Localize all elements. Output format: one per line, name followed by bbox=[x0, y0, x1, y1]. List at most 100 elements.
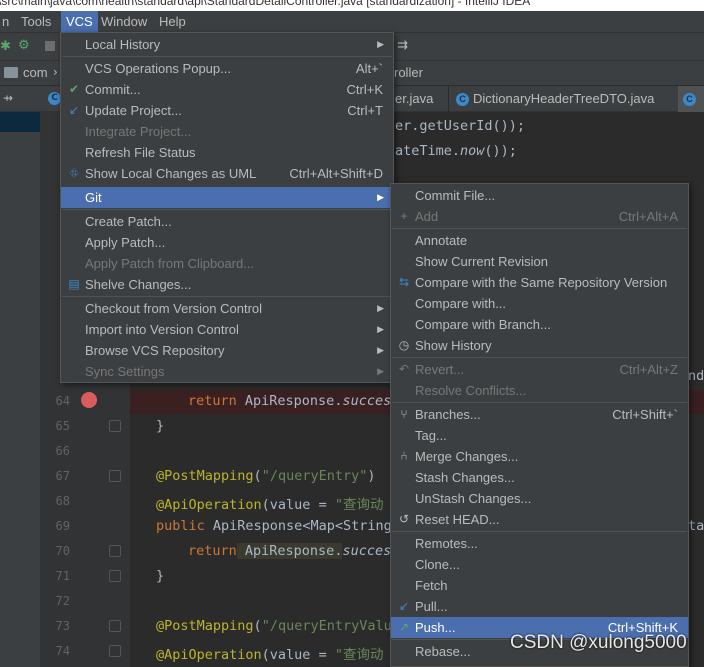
line-number: 70 bbox=[55, 544, 70, 558]
fold-marker-icon[interactable] bbox=[109, 570, 121, 582]
menu-item-sync-settings[interactable]: Sync Settings ▶ bbox=[61, 361, 393, 382]
fold-marker-icon[interactable] bbox=[109, 470, 121, 482]
menu-item-show-current-revision[interactable]: Show Current Revision bbox=[391, 251, 688, 272]
code-line: return ApiResponse.succes bbox=[188, 543, 392, 559]
chevron-right-icon: ▶ bbox=[377, 192, 384, 202]
debug-icon[interactable]: ⚙ bbox=[18, 38, 30, 53]
branch-icon: ⑂ bbox=[400, 407, 408, 421]
menu-item-unstash-changes[interactable]: UnStash Changes... bbox=[391, 488, 688, 509]
menu-window[interactable]: Window bbox=[96, 11, 152, 32]
uml-icon: ⛗ bbox=[69, 166, 79, 180]
menu-item-commit-file[interactable]: Commit File... bbox=[391, 185, 688, 206]
menu-item-apply-patch[interactable]: Apply Patch... bbox=[61, 232, 393, 253]
menu-item-local-history[interactable]: Local History ▶ bbox=[61, 34, 393, 55]
class-icon: C bbox=[683, 93, 696, 107]
code-line: public ApiResponse<Map<String bbox=[156, 518, 392, 534]
menu-item-tag[interactable]: Tag... bbox=[391, 425, 688, 446]
collapse-icon[interactable]: ⇸ bbox=[3, 91, 13, 105]
separator bbox=[62, 296, 392, 297]
menu-item-stash-changes[interactable]: Stash Changes... bbox=[391, 467, 688, 488]
menu-item-apply-patch-clipboard[interactable]: Apply Patch from Clipboard... bbox=[61, 253, 393, 274]
chevron-right-icon: ▶ bbox=[377, 324, 384, 334]
compare-icon: ⇆ bbox=[398, 275, 410, 289]
menu-item-branches[interactable]: ⑂ Branches... Ctrl+Shift+` bbox=[391, 404, 688, 425]
line-number: 72 bbox=[55, 594, 70, 608]
menu-item-vcs-operations-popup[interactable]: VCS Operations Popup... Alt+` bbox=[61, 58, 393, 79]
code-line: } bbox=[156, 568, 165, 584]
window-title: \src\main\java\com\health\standard\api\S… bbox=[0, 0, 531, 8]
check-icon: ✔ bbox=[68, 82, 80, 96]
menu-item-git[interactable]: Git ▶ bbox=[61, 187, 393, 208]
stop-icon[interactable] bbox=[45, 41, 55, 51]
update-arrow-icon: ↙ bbox=[68, 103, 80, 117]
revert-icon: ↶ bbox=[398, 362, 410, 376]
menu-item-annotate[interactable]: Annotate bbox=[391, 230, 688, 251]
menu-item-checkout-from-vcs[interactable]: Checkout from Version Control ▶ bbox=[61, 298, 393, 319]
menu-navigate[interactable]: n bbox=[0, 11, 14, 32]
fold-marker-icon[interactable] bbox=[109, 545, 121, 557]
code-line: @ApiOperation(value = "查询动 bbox=[156, 647, 384, 663]
line-number: 68 bbox=[55, 494, 70, 508]
line-number: 64 bbox=[55, 394, 70, 408]
menu-item-browse-vcs-repository[interactable]: Browse VCS Repository ▶ bbox=[61, 340, 393, 361]
vcs-menu: Local History ▶ VCS Operations Popup... Al… bbox=[60, 32, 394, 383]
menu-item-remotes[interactable]: Remotes... bbox=[391, 533, 688, 554]
chevron-right-icon: ▶ bbox=[377, 366, 384, 376]
menu-item-pull[interactable]: ↙ Pull... bbox=[391, 596, 688, 617]
menu-vcs[interactable]: VCS bbox=[61, 11, 98, 32]
menu-item-import-into-vcs[interactable]: Import into Version Control ▶ bbox=[61, 319, 393, 340]
git-submenu: Commit File... + Add Ctrl+Alt+A Annotate S… bbox=[390, 183, 689, 667]
menu-item-add[interactable]: + Add Ctrl+Alt+A bbox=[391, 206, 688, 227]
menu-item-merge-changes[interactable]: ⑃ Merge Changes... bbox=[391, 446, 688, 467]
menu-item-fetch[interactable]: Fetch bbox=[391, 575, 688, 596]
line-number: 67 bbox=[55, 469, 70, 483]
menu-item-commit[interactable]: ✔ Commit... Ctrl+K bbox=[61, 79, 393, 100]
vcs-toolbar-icon[interactable]: ⇉ bbox=[397, 38, 408, 53]
tab-dictionary-header-tree-dto[interactable]: C DictionaryHeaderTreeDTO.java bbox=[448, 86, 678, 112]
plus-icon: + bbox=[400, 209, 408, 223]
chevron-right-icon: ▶ bbox=[377, 39, 384, 49]
menu-help[interactable]: Help bbox=[154, 11, 191, 32]
menu-bar: n Tools VCS Window Help bbox=[0, 11, 704, 33]
line-number: 66 bbox=[55, 444, 70, 458]
menu-item-compare-with-branch[interactable]: Compare with Branch... bbox=[391, 314, 688, 335]
tab-active[interactable]: C bbox=[678, 86, 704, 112]
fold-marker-icon[interactable] bbox=[109, 645, 121, 657]
menu-item-resolve-conflicts[interactable]: Resolve Conflicts... bbox=[391, 380, 688, 401]
window-title-bar: \src\main\java\com\health\standard\api\S… bbox=[0, 0, 704, 11]
breadcrumb-com[interactable]: com bbox=[23, 65, 48, 80]
separator bbox=[62, 56, 392, 57]
run-icon[interactable]: ✱ bbox=[0, 39, 11, 54]
menu-item-revert[interactable]: ↶ Revert... Ctrl+Alt+Z bbox=[391, 359, 688, 380]
separator bbox=[392, 228, 687, 229]
menu-item-compare-with[interactable]: Compare with... bbox=[391, 293, 688, 314]
breakpoint-icon[interactable] bbox=[81, 392, 97, 408]
code-line: } bbox=[156, 418, 165, 434]
menu-item-update-project[interactable]: ↙ Update Project... Ctrl+T bbox=[61, 100, 393, 121]
clock-icon: ◷ bbox=[398, 338, 410, 352]
code-line: nda bbox=[688, 368, 704, 384]
breadcrumb-controller[interactable]: roller bbox=[394, 65, 423, 80]
code-line: ateTime.now()); bbox=[395, 143, 517, 159]
separator bbox=[392, 531, 687, 532]
fold-marker-icon[interactable] bbox=[109, 420, 121, 432]
menu-tools[interactable]: Tools bbox=[16, 11, 56, 32]
separator bbox=[392, 402, 687, 403]
menu-item-shelve-changes[interactable]: ▤ Shelve Changes... bbox=[61, 274, 393, 295]
menu-item-create-patch[interactable]: Create Patch... bbox=[61, 211, 393, 232]
pull-arrow-icon: ↙ bbox=[398, 599, 410, 613]
menu-item-integrate-project[interactable]: Integrate Project... bbox=[61, 121, 393, 142]
menu-item-refresh-file-status[interactable]: Refresh File Status bbox=[61, 142, 393, 163]
menu-item-clone[interactable]: Clone... bbox=[391, 554, 688, 575]
tab-controller[interactable]: er.java bbox=[395, 86, 433, 112]
menu-item-show-history[interactable]: ◷ Show History bbox=[391, 335, 688, 356]
menu-item-compare-same-repo-version[interactable]: ⇆ Compare with the Same Repository Versio… bbox=[391, 272, 688, 293]
menu-item-show-local-changes-uml[interactable]: ⛗ Show Local Changes as UML Ctrl+Alt+Shift… bbox=[61, 163, 393, 184]
reset-icon: ↺ bbox=[398, 512, 410, 526]
chevron-right-icon: ▶ bbox=[377, 345, 384, 355]
menu-item-reset-head[interactable]: ↺ Reset HEAD... bbox=[391, 509, 688, 530]
code-line: tar bbox=[688, 518, 704, 534]
project-tree-selection[interactable] bbox=[0, 112, 40, 132]
code-line: @ApiOperation(value = "查询动 bbox=[156, 497, 384, 513]
fold-marker-icon[interactable] bbox=[109, 620, 121, 632]
